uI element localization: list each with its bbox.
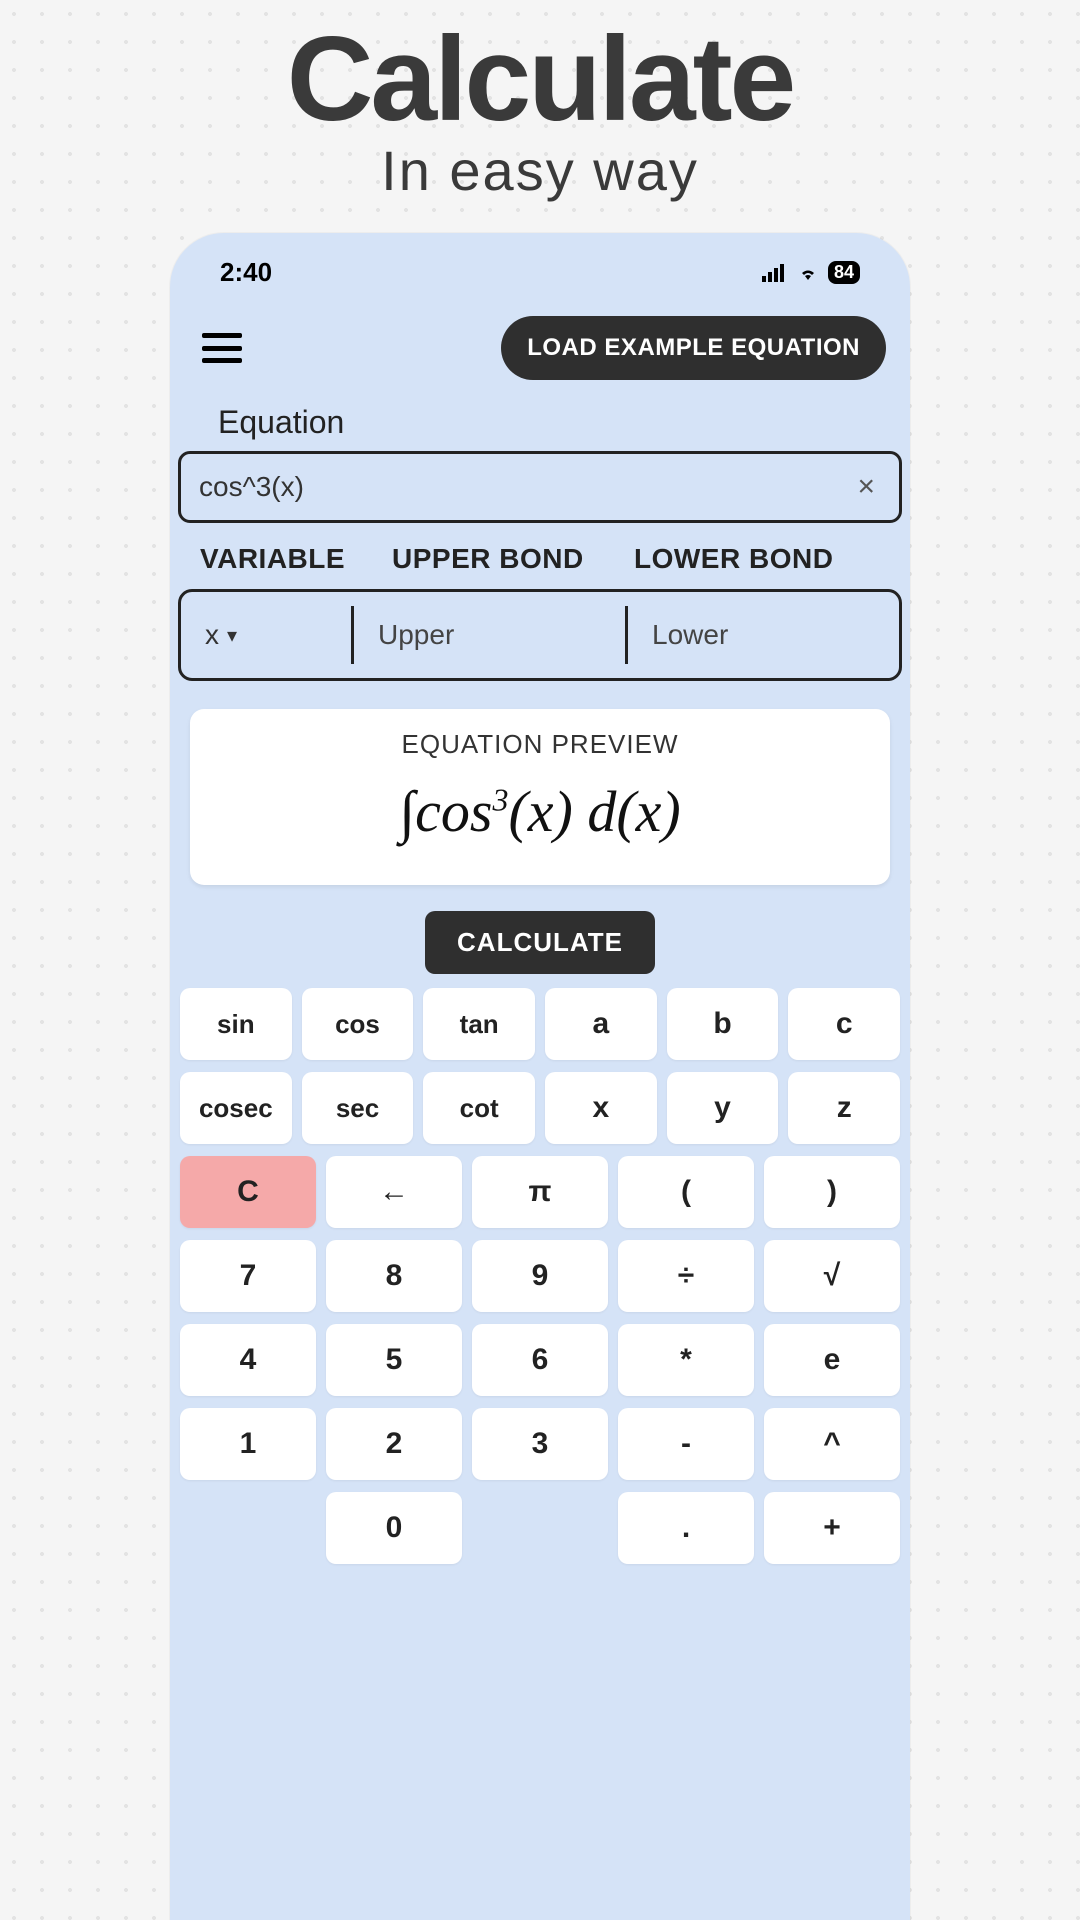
preview-fn: cos xyxy=(415,779,492,844)
key-cos[interactable]: cos xyxy=(302,988,414,1060)
key-rparen[interactable]: ) xyxy=(764,1156,900,1228)
key-b[interactable]: b xyxy=(667,988,779,1060)
key-cosec[interactable]: cosec xyxy=(180,1072,292,1144)
key-pi[interactable]: π xyxy=(472,1156,608,1228)
key-8[interactable]: 8 xyxy=(326,1240,462,1312)
status-bar: 2:40 84 xyxy=(190,257,890,306)
key-5[interactable]: 5 xyxy=(326,1324,462,1396)
equation-preview-card: EQUATION PREVIEW ∫cos3(x) d(x) xyxy=(190,709,890,885)
preview-rest: (x) d(x) xyxy=(508,779,680,844)
calculate-button[interactable]: CALCULATE xyxy=(425,911,655,974)
equation-input-wrap: × xyxy=(178,451,902,523)
key-x[interactable]: x xyxy=(545,1072,657,1144)
wifi-icon xyxy=(796,264,820,282)
key-lparen[interactable]: ( xyxy=(618,1156,754,1228)
key-caret[interactable]: ^ xyxy=(764,1408,900,1480)
status-icons: 84 xyxy=(762,261,860,284)
key-0[interactable]: 0 xyxy=(326,1492,462,1564)
key-minus[interactable]: - xyxy=(618,1408,754,1480)
menu-icon[interactable] xyxy=(202,333,242,363)
key-7[interactable]: 7 xyxy=(180,1240,316,1312)
key-c[interactable]: c xyxy=(788,988,900,1060)
upper-bond-label: UPPER BOND xyxy=(392,543,612,575)
preview-equation: ∫cos3(x) d(x) xyxy=(210,778,870,845)
variable-value: x xyxy=(205,619,219,651)
hero-subtitle: In easy way xyxy=(381,138,699,203)
key-z[interactable]: z xyxy=(788,1072,900,1144)
equation-label: Equation xyxy=(190,390,890,451)
key-cot[interactable]: cot xyxy=(423,1072,535,1144)
key-e[interactable]: e xyxy=(764,1324,900,1396)
key-y[interactable]: y xyxy=(667,1072,779,1144)
variable-label: VARIABLE xyxy=(200,543,370,575)
key-tan[interactable]: tan xyxy=(423,988,535,1060)
bond-labels: VARIABLE UPPER BOND LOWER BOND xyxy=(190,523,890,589)
key-4[interactable]: 4 xyxy=(180,1324,316,1396)
key-sin[interactable]: sin xyxy=(180,988,292,1060)
key-sec[interactable]: sec xyxy=(302,1072,414,1144)
preview-label: EQUATION PREVIEW xyxy=(210,729,870,760)
lower-bond-label: LOWER BOND xyxy=(634,543,833,575)
key-1[interactable]: 1 xyxy=(180,1408,316,1480)
keypad: sin cos tan a b c cosec sec cot x y z C … xyxy=(180,988,900,1564)
phone-frame: 2:40 84 LOAD EXAMPLE EQUATION Equation ×… xyxy=(170,233,910,1920)
hero-title: Calculate xyxy=(287,10,794,148)
key-backspace[interactable]: ← xyxy=(326,1156,462,1228)
app-toolbar: LOAD EXAMPLE EQUATION xyxy=(190,306,890,390)
lower-bond-input[interactable] xyxy=(652,619,875,651)
preview-sup: 3 xyxy=(492,782,508,818)
key-multiply[interactable]: * xyxy=(618,1324,754,1396)
signal-icon xyxy=(762,264,788,282)
key-divide[interactable]: ÷ xyxy=(618,1240,754,1312)
clear-equation-icon[interactable]: × xyxy=(851,470,881,504)
key-a[interactable]: a xyxy=(545,988,657,1060)
key-9[interactable]: 9 xyxy=(472,1240,608,1312)
variable-select[interactable]: x ▾ xyxy=(181,592,351,678)
equation-input[interactable] xyxy=(199,471,851,503)
battery-indicator: 84 xyxy=(828,261,860,284)
chevron-down-icon: ▾ xyxy=(227,623,237,648)
bond-row: x ▾ xyxy=(178,589,902,681)
load-example-button[interactable]: LOAD EXAMPLE EQUATION xyxy=(501,316,886,380)
key-plus[interactable]: + xyxy=(764,1492,900,1564)
integral-symbol: ∫ xyxy=(399,779,415,844)
key-sqrt[interactable]: √ xyxy=(764,1240,900,1312)
key-dot[interactable]: . xyxy=(618,1492,754,1564)
status-time: 2:40 xyxy=(220,257,272,288)
key-clear[interactable]: C xyxy=(180,1156,316,1228)
key-3[interactable]: 3 xyxy=(472,1408,608,1480)
upper-bond-input[interactable] xyxy=(378,619,601,651)
key-2[interactable]: 2 xyxy=(326,1408,462,1480)
key-6[interactable]: 6 xyxy=(472,1324,608,1396)
